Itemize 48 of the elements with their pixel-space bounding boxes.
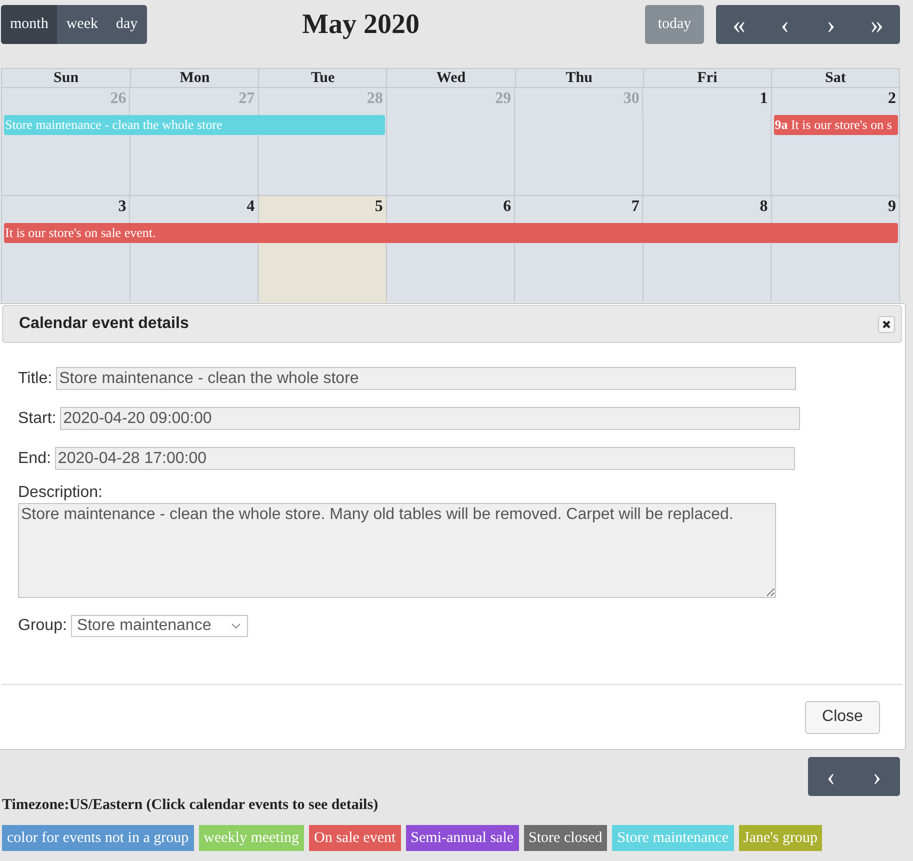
day-number: 4 <box>246 198 255 215</box>
legend-tag: On sale event <box>309 825 401 851</box>
view-tab[interactable]: day <box>107 5 147 44</box>
close-icon[interactable] <box>878 316 895 332</box>
nav-button[interactable]: » <box>854 5 900 44</box>
field-label: Description: <box>18 484 104 502</box>
legend-tag: Store closed <box>524 825 608 851</box>
text-field[interactable]: Store maintenance - clean the whole store <box>56 367 796 390</box>
nav-button[interactable]: › <box>808 5 854 44</box>
description-field[interactable]: Store maintenance - clean the whole store. Many old tables will be removed. Carpet will be replaced. <box>18 503 776 598</box>
nav-button[interactable]: « <box>716 5 762 44</box>
legend-tag: Semi-annual sale <box>406 825 519 851</box>
legend-tag: Store maintenance <box>612 825 734 851</box>
field-label: Group: <box>18 617 67 635</box>
close-button[interactable]: Close <box>805 700 880 734</box>
text-field[interactable]: 2020-04-20 09:00:00 <box>60 407 800 430</box>
day-number: 6 <box>503 198 512 215</box>
nav-button[interactable]: ‹ <box>762 5 808 44</box>
field-label: Title: <box>18 370 52 388</box>
day-number: 3 <box>118 198 126 215</box>
chevron-down-icon <box>230 623 241 629</box>
month-title: May 2020 <box>301 8 421 40</box>
day-number: 7 <box>631 198 640 215</box>
day-number: 26 <box>110 90 126 107</box>
event-bar[interactable]: 9a It is our store's on s <box>774 115 898 135</box>
day-number: 5 <box>374 198 383 215</box>
day-number: 9 <box>888 198 896 215</box>
field-label: End: <box>18 450 51 468</box>
dialog-title: Calendar event details <box>19 315 189 333</box>
day-cell[interactable]: 5 <box>258 196 387 223</box>
field-label: Start: <box>18 410 56 428</box>
timezone-text: Timezone:US/Eastern (Click calendar events to see details) <box>2 797 380 814</box>
day-number: 30 <box>623 90 640 107</box>
legend-tag: color for events not in a group <box>2 825 194 851</box>
legend-tag: Jane's group <box>738 825 822 851</box>
day-number: 1 <box>760 90 768 107</box>
day-number: 2 <box>888 90 896 107</box>
view-tab[interactable]: week <box>57 5 107 44</box>
view-tab[interactable]: month <box>1 5 58 44</box>
day-number: 29 <box>495 90 512 107</box>
text-field[interactable]: 2020-04-28 17:00:00 <box>54 447 795 470</box>
weekday-header: Sun <box>52 69 80 87</box>
legend-tag: weekly meeting <box>198 825 304 851</box>
event-bar[interactable]: It is our store's on sale event. <box>4 223 898 243</box>
day-number: 8 <box>760 198 768 215</box>
day-number: 27 <box>238 90 255 107</box>
day-number: 28 <box>366 90 383 107</box>
group-dropdown[interactable]: Store maintenance <box>70 615 248 637</box>
